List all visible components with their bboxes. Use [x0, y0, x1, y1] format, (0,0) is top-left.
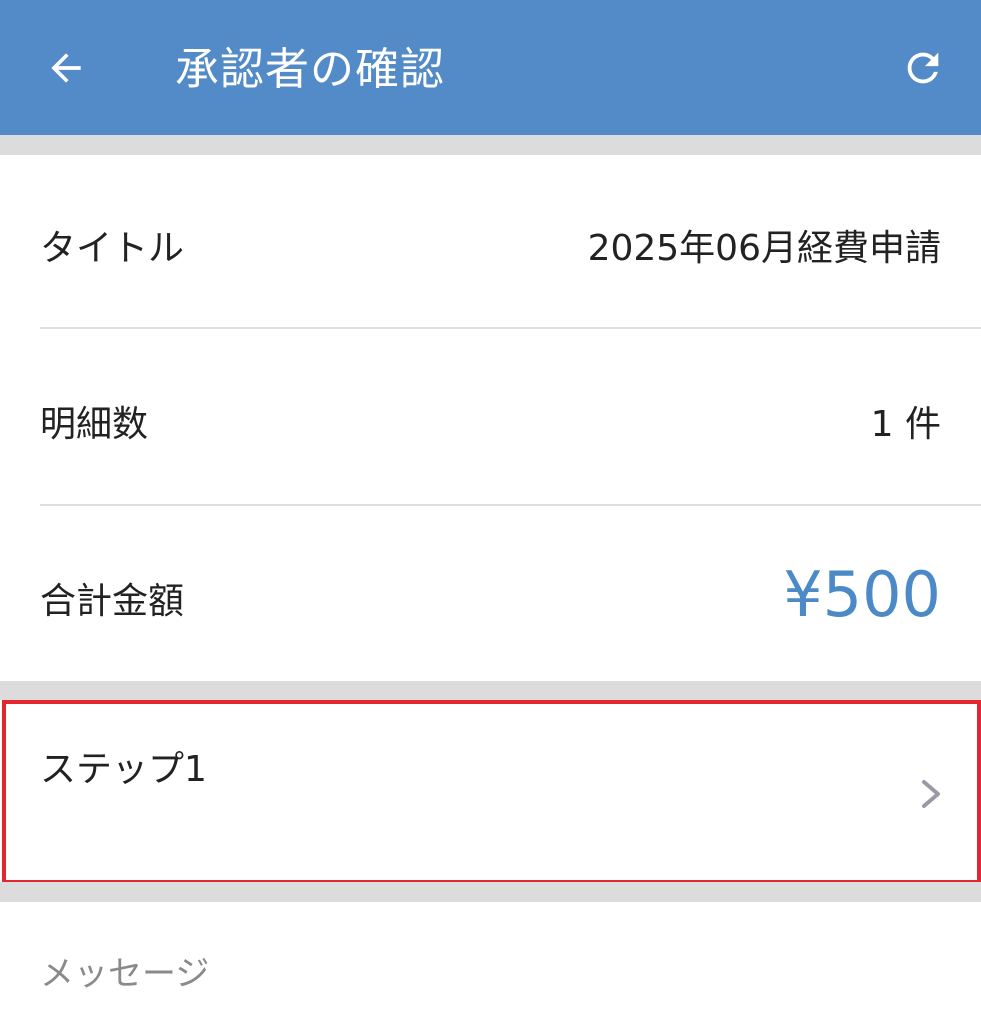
count-label: 明細数 [40, 404, 149, 445]
total-amount: ¥500 [783, 558, 941, 631]
count-value: 1 件 [870, 404, 941, 445]
total-label: 合計金額 [40, 581, 185, 622]
approver-confirmation-screen: 承認者の確認 タイトル 2025年06月経費申請 明細数 1 件 合計金額 ¥5… [0, 0, 981, 1024]
title-value: 2025年06月経費申請 [587, 228, 941, 269]
refresh-icon [907, 52, 939, 84]
total-row: 合計金額 ¥500 [0, 506, 981, 681]
count-row: 明細数 1 件 [0, 329, 981, 505]
step-1-label: ステップ1 [40, 749, 207, 790]
page-title: 承認者の確認 [175, 44, 445, 95]
title-row: タイトル 2025年06月経費申請 [0, 155, 981, 328]
chevron-right-icon [922, 780, 940, 808]
title-label: タイトル [40, 228, 185, 269]
arrow-left-icon [51, 53, 81, 83]
app-bar: 承認者の確認 [0, 0, 981, 135]
message-label: メッセージ [40, 954, 210, 994]
back-button[interactable] [38, 40, 94, 96]
section-gap [0, 681, 981, 701]
refresh-button[interactable] [895, 40, 951, 96]
section-gap [0, 882, 981, 902]
section-gap [0, 135, 981, 155]
